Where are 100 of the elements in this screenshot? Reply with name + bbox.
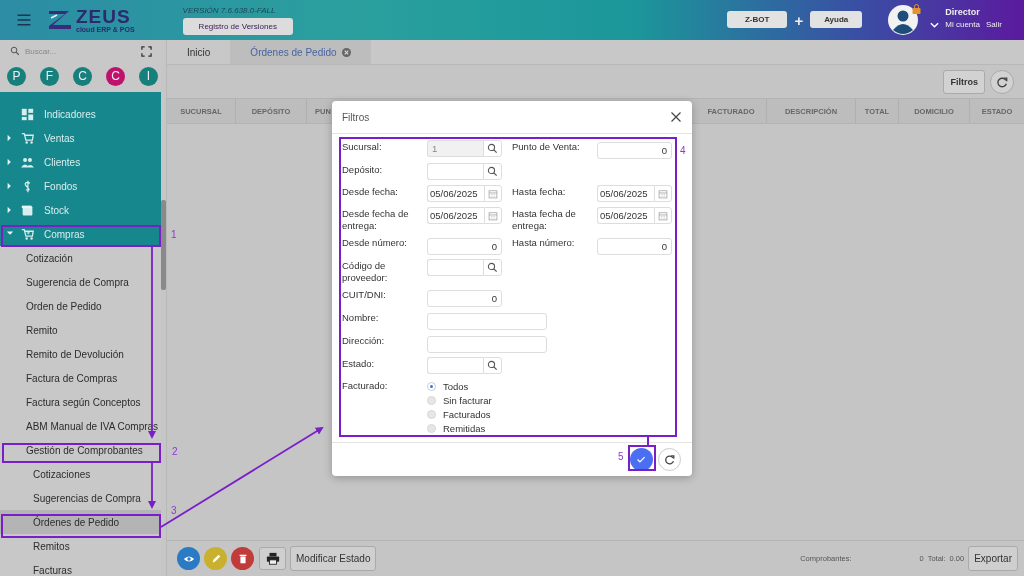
account-link[interactable]: Salir: [986, 20, 1002, 29]
arrow: [148, 462, 156, 509]
account-link[interactable]: Mi cuenta: [945, 20, 980, 29]
export-button[interactable]: Exportar: [968, 546, 1018, 571]
versions-button[interactable]: Registro de Versiones: [182, 17, 293, 35]
field-label: Dirección:: [342, 334, 386, 347]
sidebar-item[interactable]: Factura de Compras: [0, 366, 161, 390]
radio-button[interactable]: [427, 382, 436, 391]
search-button[interactable]: [483, 259, 502, 276]
people-icon: [21, 155, 34, 169]
lookup-field[interactable]: [427, 163, 483, 180]
calendar-icon: [488, 188, 498, 199]
sidebar-item[interactable]: Stock: [0, 198, 161, 222]
field-label: Sucursal:: [342, 140, 383, 153]
tab[interactable]: Inicio: [167, 40, 231, 64]
shortcut-button[interactable]: F: [40, 66, 59, 86]
sidebar-item[interactable]: Factura según Conceptos: [0, 390, 161, 414]
search-icon: [10, 46, 20, 56]
search-button[interactable]: [483, 140, 502, 157]
lookup-field[interactable]: [427, 357, 483, 374]
refresh-button[interactable]: [990, 69, 1014, 94]
text-field[interactable]: [427, 336, 547, 353]
radio-button[interactable]: [427, 410, 436, 419]
sidebar-item[interactable]: Cotización: [0, 246, 161, 270]
radio-option[interactable]: Sin facturar: [427, 395, 677, 406]
sidebar-item[interactable]: Remito: [0, 318, 161, 342]
modify-status-button[interactable]: Modificar Estado: [290, 546, 377, 571]
lookup-field[interactable]: [427, 259, 483, 276]
annotation-number: 2: [172, 446, 178, 457]
field-label: Punto de Venta:: [512, 140, 581, 153]
close-icon[interactable]: [670, 111, 682, 123]
field-label: Facturado:: [342, 379, 389, 392]
refresh-icon: [996, 75, 1008, 88]
annotation-number: 4: [680, 145, 686, 156]
radio-option[interactable]: Todos: [427, 381, 677, 392]
search-button[interactable]: [483, 357, 502, 374]
radio-option[interactable]: Remitidas: [427, 423, 677, 434]
view-button[interactable]: [177, 547, 200, 570]
date-field[interactable]: 05/06/2025: [427, 185, 484, 202]
sidebar-item[interactable]: Ventas: [0, 126, 161, 150]
scrollbar[interactable]: [161, 200, 166, 290]
plus-sign: +: [794, 11, 804, 29]
number-field[interactable]: 0: [597, 238, 672, 255]
sidebar-item[interactable]: Sugerencia de Compra: [0, 270, 161, 294]
field-label: Desde fecha de entrega:: [342, 207, 410, 232]
search-icon: [487, 143, 498, 154]
avatar-icon[interactable]: [888, 5, 919, 35]
field-label: Estado:: [342, 357, 376, 370]
printer-icon: [265, 551, 280, 566]
expand-icon[interactable]: [141, 45, 152, 57]
radio-button[interactable]: [427, 396, 436, 405]
print-button[interactable]: [259, 547, 286, 570]
sidebar-item[interactable]: Orden de Pedido: [0, 294, 161, 318]
sidebar-item[interactable]: Indicadores: [0, 102, 161, 126]
sidebar-item[interactable]: Remitos: [0, 534, 161, 558]
check-icon: [636, 454, 647, 465]
sidebar-item[interactable]: Órdenes de Pedido: [0, 510, 161, 534]
menu-icon[interactable]: [15, 12, 33, 28]
delete-button[interactable]: [231, 547, 254, 570]
field-label: Hasta fecha de entrega:: [512, 207, 577, 232]
chevron-icon[interactable]: [930, 21, 940, 28]
cart-icon: [21, 227, 34, 241]
header-button[interactable]: Z-BOT: [726, 10, 788, 28]
annotation-number: 1: [171, 229, 177, 240]
number-field[interactable]: 0: [427, 290, 502, 307]
shortcut-button[interactable]: C: [73, 66, 92, 86]
date-field[interactable]: 05/06/2025: [597, 207, 654, 224]
search-icon: [487, 360, 498, 371]
shortcut-button[interactable]: I: [139, 66, 158, 86]
sidebar-item[interactable]: Facturas: [0, 558, 161, 576]
calendar-icon: [658, 210, 668, 221]
sidebar-item[interactable]: Compras: [0, 222, 161, 246]
sidebar-item[interactable]: Sugerencias de Compra: [0, 486, 161, 510]
reset-button[interactable]: [658, 448, 681, 471]
search-button[interactable]: [483, 163, 502, 180]
shortcut-button[interactable]: C: [106, 66, 125, 86]
field-label: Depósito:: [342, 163, 384, 176]
sidebar-item[interactable]: Fondos: [0, 174, 161, 198]
field-label: Nombre:: [342, 311, 380, 324]
date-field[interactable]: 05/06/2025: [427, 207, 484, 224]
header-button[interactable]: Ayuda: [810, 10, 863, 28]
sidebar-item[interactable]: Remito de Devolución: [0, 342, 161, 366]
sidebar-item[interactable]: Gestión de Comprobantes: [0, 438, 161, 462]
user-name: Director: [945, 7, 981, 17]
radio-button[interactable]: [427, 424, 436, 433]
number-field[interactable]: 0: [427, 238, 502, 255]
sidebar-item[interactable]: Cotizaciones: [0, 462, 161, 486]
logo-mark-icon: [47, 9, 73, 31]
sidebar-item[interactable]: Clientes: [0, 150, 161, 174]
number-field[interactable]: 0: [597, 142, 672, 159]
field-label: Código de proveedor:: [342, 259, 389, 284]
radio-option[interactable]: Facturados: [427, 409, 677, 420]
confirm-button[interactable]: [630, 448, 653, 471]
version-text: VERSIÓN 7.6.638.0-FALL: [182, 5, 277, 15]
shortcut-button[interactable]: P: [7, 66, 26, 86]
filter-button[interactable]: Filtros: [943, 69, 985, 94]
calendar-icon: [658, 188, 668, 199]
grid-icon: [21, 107, 34, 121]
date-field[interactable]: 05/06/2025: [597, 185, 654, 202]
text-field[interactable]: [427, 313, 547, 330]
